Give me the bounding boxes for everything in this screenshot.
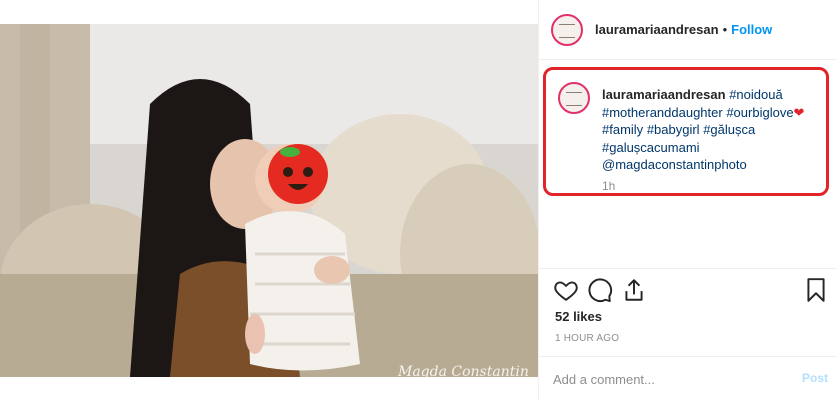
share-icon[interactable]	[621, 277, 649, 305]
save-bookmark-icon[interactable]	[803, 277, 831, 305]
photo-pane: Magda Constantin	[0, 0, 538, 401]
caption-username[interactable]: lauramariaandresan	[602, 87, 726, 102]
photo-illustration	[0, 24, 538, 377]
header-username[interactable]: lauramariaandresan	[595, 22, 719, 37]
post-comment-button[interactable]: Post	[802, 371, 828, 385]
action-bar	[549, 277, 831, 305]
hashtag-ourbiglove[interactable]: #ourbiglove	[726, 105, 793, 120]
photo-watermark: Magda Constantin	[398, 364, 529, 377]
caption-time[interactable]: 1h	[602, 179, 615, 193]
hashtag-babygirl[interactable]: #babygirl	[647, 122, 700, 137]
avatar[interactable]	[551, 13, 583, 46]
post-sidebar: lauramariaandresan • Follow lauramariaan…	[538, 0, 837, 401]
hashtag-galusca[interactable]: #gălușca	[703, 122, 755, 137]
follow-button[interactable]: Follow	[731, 22, 772, 37]
post-header: lauramariaandresan • Follow	[539, 0, 837, 60]
likes-count[interactable]: 52 likes	[555, 309, 602, 324]
comment-bubble-icon[interactable]	[587, 277, 615, 305]
caption-text: lauramariaandresan #noidouă #motherandda…	[602, 86, 822, 174]
hashtag-motheranddaughter[interactable]: #motheranddaughter	[602, 105, 723, 120]
post-timestamp[interactable]: 1 HOUR AGO	[555, 333, 619, 344]
caption-highlight-box: lauramariaandresan #noidouă #motherandda…	[543, 67, 829, 196]
header-separator: •	[722, 22, 728, 37]
hashtag-galuscacumami[interactable]: #galușcacumami	[602, 140, 700, 155]
actions-divider	[539, 268, 837, 269]
comment-input[interactable]	[553, 370, 783, 388]
mention-magdaconstantinphoto[interactable]: @magdaconstantinphoto	[602, 157, 747, 172]
hashtag-noidoua[interactable]: #noidouă	[729, 87, 783, 102]
heart-emoji-icon: ❤	[793, 104, 805, 120]
post-photo[interactable]: Magda Constantin	[0, 24, 538, 377]
like-heart-icon[interactable]	[553, 277, 581, 305]
comment-bar: Post	[539, 356, 837, 401]
hashtag-family[interactable]: #family	[602, 122, 643, 137]
caption-avatar[interactable]	[558, 82, 590, 114]
